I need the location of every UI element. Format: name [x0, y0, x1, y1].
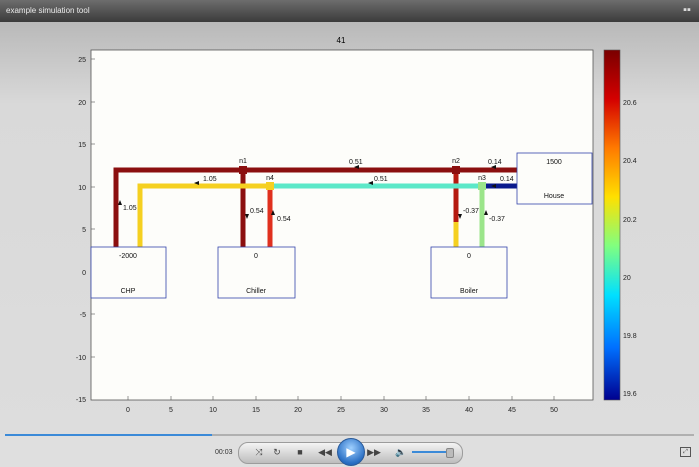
stop-icon[interactable]: ■ [293, 445, 307, 459]
restore-icon[interactable]: ▪▪ [681, 4, 693, 16]
flow-label-n4-n3: 0.51 [374, 176, 388, 183]
colorbar-tick: 20.6 [623, 100, 637, 107]
y-tick-label: 5 [82, 227, 86, 234]
flow-label-house-mid: 0.14 [500, 176, 514, 183]
node-marker-n3 [478, 182, 486, 190]
x-tick-label: 40 [465, 407, 473, 414]
volume-knob[interactable] [446, 448, 454, 458]
colorbar [603, 49, 621, 401]
y-tick-label: 10 [78, 185, 86, 192]
volume-icon[interactable]: 🔈 [394, 445, 408, 459]
boiler-label: Boiler [460, 288, 479, 295]
media-controls: 00:03 ⤨ ↻ ■ ◀◀ ▶ ▶▶ 🔈 ⤢ [0, 434, 699, 467]
simulation-plot: 41 25 20 15 10 5 0 -5 -10 -15 0 5 10 15 … [76, 36, 637, 414]
house-label: House [544, 193, 564, 200]
flow-label-n1-n2: 0.51 [349, 159, 363, 166]
x-tick-label: 5 [169, 407, 173, 414]
x-tick-label: 50 [550, 407, 558, 414]
node-label-n1: n1 [239, 158, 247, 165]
title-bar: example simulation tool ▪▪ [0, 0, 699, 22]
flow-label-chiller-right: 0.54 [277, 216, 291, 223]
repeat-icon[interactable]: ↻ [270, 445, 284, 459]
figure-area: 41 25 20 15 10 5 0 -5 -10 -15 0 5 10 15 … [0, 22, 699, 434]
node-label-n2: n2 [452, 158, 460, 165]
fast-forward-icon[interactable]: ▶▶ [367, 445, 381, 459]
plot-axes [90, 49, 594, 401]
flow-label-chiller-left: 0.54 [250, 208, 264, 215]
y-tick-label: 0 [82, 270, 86, 277]
time-display: 00:03 [215, 449, 233, 456]
seek-bar[interactable] [5, 434, 694, 436]
chp-label: CHP [121, 288, 136, 295]
y-tick-label: -15 [76, 397, 86, 404]
x-tick-label: 35 [422, 407, 430, 414]
flow-label-boiler-right: -0.37 [489, 216, 505, 223]
flow-label-house-top: 0.14 [488, 159, 502, 166]
rewind-icon[interactable]: ◀◀ [318, 445, 332, 459]
y-tick-label: -10 [76, 355, 86, 362]
window-title: example simulation tool [6, 6, 90, 15]
shuffle-icon[interactable]: ⤨ [252, 445, 266, 459]
node-label-n4: n4 [266, 175, 274, 182]
x-tick-label: 20 [294, 407, 302, 414]
colorbar-tick: 19.6 [623, 391, 637, 398]
y-tick-label: 20 [78, 100, 86, 107]
colorbar-tick: 19.8 [623, 333, 637, 340]
x-tick-label: 45 [508, 407, 516, 414]
colorbar-tick: 20 [623, 275, 631, 282]
colorbar-tick: 20.2 [623, 217, 637, 224]
flow-label-top-return: 1.05 [203, 176, 217, 183]
house-value: 1500 [546, 159, 562, 166]
colorbar-tick: 20.4 [623, 158, 637, 165]
y-tick-label: 25 [78, 57, 86, 64]
y-tick-label: -5 [80, 312, 86, 319]
seek-bar-fill [5, 434, 212, 436]
chiller-value: 0 [254, 253, 258, 260]
x-tick-label: 30 [380, 407, 388, 414]
y-tick-label: 15 [78, 142, 86, 149]
flow-label-chp: 1.05 [123, 205, 137, 212]
chiller-label: Chiller [246, 288, 267, 295]
node-marker-n4 [266, 182, 274, 190]
x-tick-label: 15 [252, 407, 260, 414]
chp-value: -2000 [119, 253, 137, 260]
node-marker-n1 [239, 166, 247, 174]
node-marker-n2 [452, 166, 460, 174]
plot-title: 41 [337, 36, 346, 45]
x-tick-label: 0 [126, 407, 130, 414]
play-button[interactable]: ▶ [337, 438, 365, 466]
boiler-value: 0 [467, 253, 471, 260]
flow-label-boiler-left: -0.37 [463, 208, 479, 215]
x-tick-label: 10 [209, 407, 217, 414]
node-label-n3: n3 [478, 175, 486, 182]
fullscreen-icon[interactable]: ⤢ [680, 447, 691, 457]
x-tick-label: 25 [337, 407, 345, 414]
